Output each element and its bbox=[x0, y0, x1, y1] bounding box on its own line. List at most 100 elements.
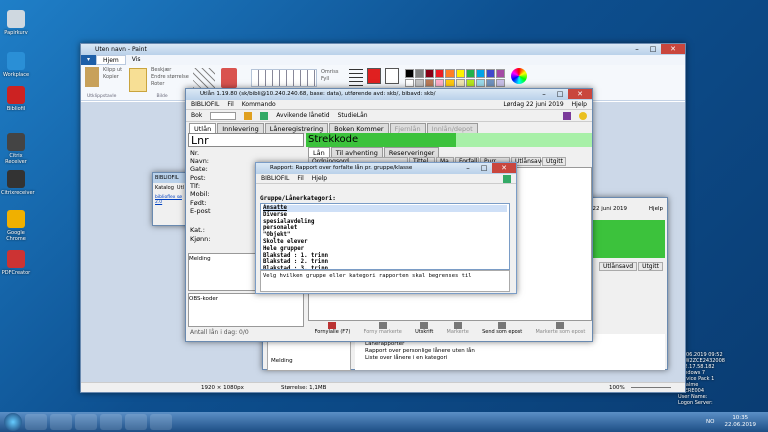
group-list-item[interactable]: "Objekt" bbox=[263, 232, 507, 239]
color-swatch[interactable] bbox=[475, 78, 485, 87]
strekkode-input[interactable] bbox=[456, 133, 592, 147]
color-swatch[interactable] bbox=[435, 69, 445, 78]
media-icon[interactable] bbox=[75, 414, 97, 430]
tools-icon[interactable] bbox=[193, 68, 215, 88]
col-utgitt[interactable]: Utgitt bbox=[638, 262, 663, 271]
group-list[interactable]: Ansatte Diverse spesialavdeling personalet "… bbox=[260, 203, 510, 270]
desktop-icon[interactable]: Google Chrome bbox=[1, 210, 31, 242]
color-swatch[interactable] bbox=[495, 69, 505, 78]
resize-button[interactable]: Endre størrelse bbox=[151, 74, 189, 81]
start-button[interactable] bbox=[4, 413, 22, 431]
action-button[interactable]: Markerte bbox=[447, 322, 469, 335]
help-menu[interactable]: Hjelp bbox=[649, 206, 663, 212]
utl-item[interactable]: Utl bbox=[177, 185, 184, 191]
clock[interactable]: 10:35 22.06.2019 bbox=[725, 415, 757, 429]
maximize-icon[interactable]: □ bbox=[645, 44, 661, 54]
calendar-icon[interactable] bbox=[563, 111, 571, 120]
desktop-icon[interactable]: Citrix Receiver bbox=[1, 133, 31, 165]
ie-icon[interactable] bbox=[25, 414, 47, 430]
menu-hjelp[interactable]: Hjelp bbox=[572, 101, 587, 108]
color-palette[interactable] bbox=[405, 69, 505, 87]
tab-vis[interactable]: Vis bbox=[126, 55, 147, 65]
action-button[interactable]: Fornylalle (F7) bbox=[315, 322, 350, 335]
star-icon[interactable] bbox=[244, 111, 253, 120]
color-swatch[interactable] bbox=[445, 69, 455, 78]
color-swatch[interactable] bbox=[455, 69, 465, 78]
color2-swatch[interactable] bbox=[385, 68, 399, 84]
desktop-icon[interactable]: PDFCreator bbox=[1, 250, 31, 276]
desktop-icon[interactable]: Bibliofil bbox=[1, 86, 31, 112]
desktop-icon[interactable]: Workplace bbox=[1, 52, 31, 78]
bibliofil-taskbar-icon[interactable] bbox=[125, 414, 147, 430]
desktop-icon[interactable]: Citrixreceiver bbox=[1, 170, 35, 196]
color-swatch[interactable] bbox=[475, 69, 485, 78]
biblioflex-link[interactable]: biblioflex sø 2.0 bbox=[153, 193, 189, 207]
outline-dropdown[interactable]: Omriss bbox=[321, 69, 338, 76]
crop-button[interactable]: Beskjær bbox=[151, 67, 189, 74]
color-swatch[interactable] bbox=[425, 69, 435, 78]
action-button[interactable]: Forny markerte bbox=[364, 322, 402, 335]
menu-fil[interactable]: Fil bbox=[227, 101, 233, 108]
report-line[interactable]: Lånerapporter bbox=[365, 341, 665, 348]
maximize-icon[interactable]: □ bbox=[476, 163, 492, 173]
maximize-icon[interactable]: □ bbox=[552, 89, 568, 99]
minimize-icon[interactable]: – bbox=[629, 44, 645, 54]
group-list-item[interactable]: spesialavdeling bbox=[263, 219, 507, 226]
menu-bibliofil[interactable]: BIBLIOFIL bbox=[261, 175, 289, 182]
color-swatch[interactable] bbox=[415, 78, 425, 87]
size-icon[interactable] bbox=[349, 69, 363, 87]
report-line[interactable]: Liste over lånere i en kategori bbox=[365, 355, 665, 362]
col-utlansavd[interactable]: Utlånsavd bbox=[599, 262, 638, 271]
menu-hjelp[interactable]: Hjelp bbox=[312, 175, 327, 182]
minimize-icon[interactable]: – bbox=[460, 163, 476, 173]
action-button[interactable]: Utskrift bbox=[415, 322, 433, 335]
close-icon[interactable]: ✕ bbox=[661, 44, 685, 54]
color-swatch[interactable] bbox=[495, 78, 505, 87]
explorer-icon[interactable] bbox=[50, 414, 72, 430]
group-list-item[interactable]: Hele grupper bbox=[263, 246, 507, 253]
menu-kommando[interactable]: Kommando bbox=[242, 101, 276, 108]
rotate-button[interactable]: Roter bbox=[151, 81, 189, 88]
color-swatch[interactable] bbox=[485, 78, 495, 87]
strekkode-field[interactable]: Strekkode bbox=[306, 133, 456, 147]
group-list-item[interactable]: Diverse bbox=[263, 212, 507, 219]
paint-file-menu[interactable]: ▾ bbox=[81, 55, 97, 65]
group-list-item[interactable]: Skolte elever bbox=[263, 239, 507, 246]
report-line[interactable]: Rapport over personlige lånere uten lån bbox=[365, 348, 665, 355]
katalog-item[interactable]: Katalog bbox=[155, 185, 174, 191]
minimize-icon[interactable]: – bbox=[536, 89, 552, 99]
group-list-item[interactable]: Blakstad : 1. trinn bbox=[263, 253, 507, 260]
color-swatch[interactable] bbox=[405, 78, 415, 87]
column-header[interactable]: Utgitt bbox=[542, 157, 566, 166]
group-list-item[interactable]: Ansatte bbox=[263, 205, 507, 212]
color-swatch[interactable] bbox=[415, 69, 425, 78]
tab-hjem[interactable]: Hjem bbox=[96, 55, 126, 65]
refresh-icon[interactable] bbox=[260, 111, 269, 120]
obs-box[interactable]: OBS-koder bbox=[188, 293, 304, 327]
color-swatch[interactable] bbox=[455, 78, 465, 87]
paste-icon[interactable] bbox=[85, 67, 99, 87]
select-button[interactable] bbox=[129, 68, 147, 92]
copy-button[interactable]: Kopier bbox=[103, 74, 122, 81]
color-swatch[interactable] bbox=[405, 69, 415, 78]
help-icon[interactable] bbox=[579, 111, 587, 120]
studielan-checkbox[interactable]: StudieLån bbox=[338, 112, 368, 119]
color-swatch[interactable] bbox=[435, 78, 445, 87]
action-button[interactable]: Send som epost bbox=[482, 322, 522, 335]
group-list-item[interactable]: personalet bbox=[263, 225, 507, 232]
cut-button[interactable]: Klipp ut bbox=[103, 67, 122, 74]
close-icon[interactable]: ✕ bbox=[492, 163, 516, 173]
group-list-item[interactable]: Blakstad : 2. trinn bbox=[263, 259, 507, 266]
action-button[interactable]: Markerte som epost bbox=[535, 322, 585, 335]
edit-colors-icon[interactable] bbox=[511, 68, 527, 84]
shapes-gallery[interactable] bbox=[251, 69, 317, 87]
chrome-icon[interactable] bbox=[100, 414, 122, 430]
desktop-icon[interactable]: Papirkurv bbox=[1, 10, 31, 36]
menu-bibliofil[interactable]: BIBLIOFIL bbox=[191, 101, 219, 108]
fill-dropdown[interactable]: Fyll bbox=[321, 76, 338, 83]
menu-fil[interactable]: Fil bbox=[297, 175, 303, 182]
brushes-icon[interactable] bbox=[221, 68, 237, 88]
color1-swatch[interactable] bbox=[367, 68, 381, 84]
run-icon[interactable] bbox=[503, 174, 511, 183]
toolbar-input[interactable] bbox=[210, 111, 237, 120]
